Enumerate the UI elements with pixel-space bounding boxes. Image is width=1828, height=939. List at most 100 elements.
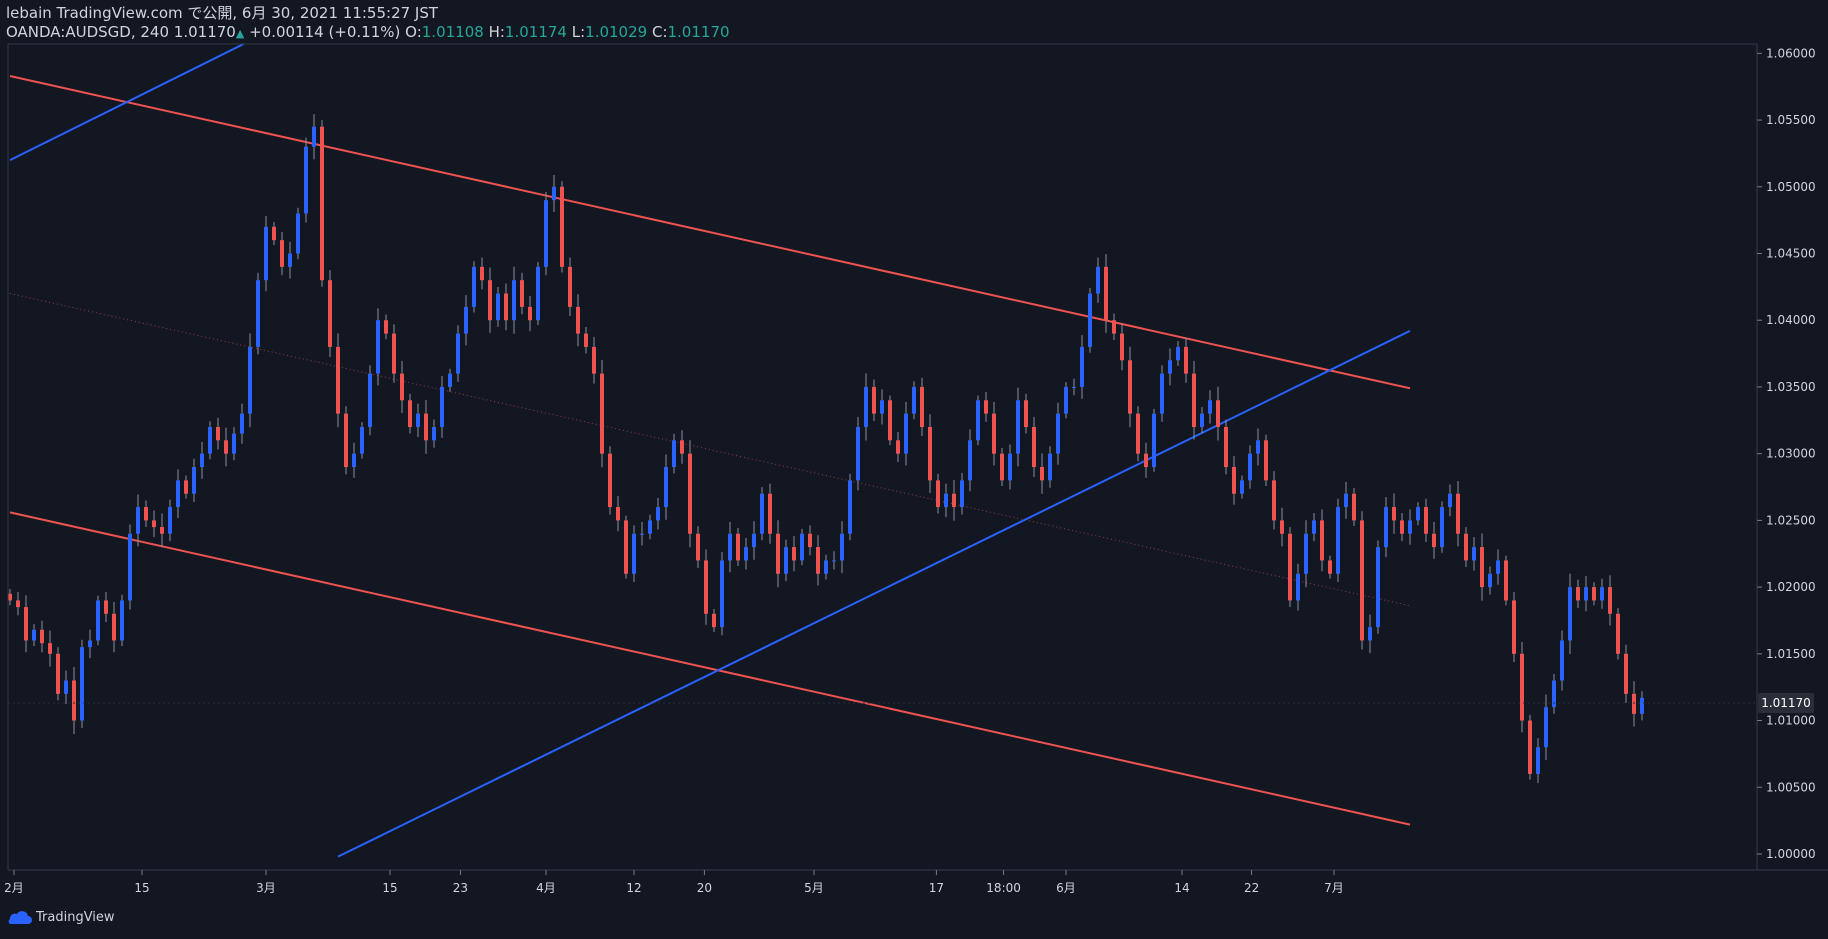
close-value: 1.01170 (667, 23, 730, 41)
candle-body (216, 426, 220, 441)
candle-body (848, 480, 852, 534)
candle-body (408, 400, 412, 427)
time-tick-label: 5月 (804, 881, 824, 895)
candle-body (632, 533, 636, 574)
candle-body (480, 266, 484, 281)
candle-body (1320, 520, 1324, 561)
candle-body (1144, 453, 1148, 468)
price-tick-label: 1.02000 (1766, 580, 1816, 594)
candle-body (872, 386, 876, 414)
candle-body (1408, 520, 1412, 534)
candle-body (424, 413, 428, 441)
candle-body (864, 386, 868, 427)
candle-body (392, 333, 396, 374)
candle-body (1272, 480, 1276, 521)
candle-body (288, 253, 292, 267)
time-tick-label: 6月 (1056, 881, 1076, 895)
candle-body (992, 413, 996, 454)
candle-body (768, 493, 772, 534)
candle-body (816, 547, 820, 574)
candle-body (1488, 573, 1492, 588)
candle-body (48, 643, 52, 654)
candle-body (664, 467, 668, 508)
candle-body (280, 240, 284, 267)
candle-body (1288, 533, 1292, 601)
candle-body (936, 480, 940, 508)
candle-body (296, 213, 300, 254)
candle-body (376, 320, 380, 374)
candle-body (1344, 493, 1348, 508)
time-tick-label: 18:00 (986, 881, 1021, 895)
candle-body (1280, 520, 1284, 534)
candle-body (1520, 653, 1524, 721)
price-tick-label: 1.00500 (1766, 780, 1816, 794)
change-value: +0.00114 (+0.11%) (249, 23, 401, 41)
candle-body (648, 520, 652, 534)
candle-body (1112, 320, 1116, 334)
price-chart[interactable]: 1.06000 1.05500 1.05000 1.04500 1.04000 1.035… (0, 0, 1828, 939)
candle-body (1504, 560, 1508, 601)
candle-body (680, 440, 684, 454)
candle-body (552, 186, 556, 201)
candle-body (8, 593, 12, 601)
candle-body (840, 533, 844, 561)
candle-body (1432, 533, 1436, 548)
candle-body (912, 386, 916, 414)
candle-body (1120, 333, 1124, 361)
candle-body (1368, 627, 1372, 641)
candle-body (1608, 587, 1612, 614)
time-tick-label: 15 (134, 881, 149, 895)
candle-body (760, 493, 764, 534)
candle-body (1024, 400, 1028, 427)
candle-body (1016, 400, 1020, 454)
candle-body (584, 333, 588, 347)
candle-body (704, 560, 708, 614)
candle-body (1592, 587, 1596, 601)
price-tick-label: 1.02500 (1766, 513, 1816, 527)
candle-body (856, 426, 860, 481)
candle-body (1152, 413, 1156, 468)
candle-body (976, 400, 980, 441)
candle-body (568, 266, 572, 307)
candle-body (944, 493, 948, 508)
candle-body (224, 440, 228, 454)
candle-body (1424, 507, 1428, 534)
symbol-label[interactable]: OANDA:AUDSGD, 240 (6, 23, 169, 41)
candle-body (272, 226, 276, 241)
candle-body (440, 386, 444, 427)
time-tick-label: 23 (453, 881, 468, 895)
time-tick-label: 22 (1244, 881, 1259, 895)
candle-body (624, 520, 628, 574)
time-tick-label: 7月 (1324, 881, 1344, 895)
high-label: H: (488, 23, 505, 41)
last-price-label: 1.01170 (1761, 696, 1811, 710)
candle-body (1376, 547, 1380, 628)
candle-body (24, 607, 28, 641)
candle-body (1208, 400, 1212, 414)
candle-body (176, 480, 180, 508)
candle-body (1600, 587, 1604, 601)
candle-body (1312, 520, 1316, 534)
candle-body (576, 306, 580, 334)
candle-body (416, 413, 420, 427)
price-tick-label: 1.01000 (1766, 714, 1816, 728)
candle-body (1048, 453, 1052, 481)
ohlc-legend[interactable]: OANDA:AUDSGD, 240 1.01170▲ +0.00114 (+0.… (6, 23, 730, 43)
candle-body (1256, 440, 1260, 454)
candle-body (808, 533, 812, 548)
tradingview-cloud-icon (8, 910, 32, 924)
candle-body (40, 629, 44, 644)
candle-body (1160, 373, 1164, 414)
candle-body (400, 373, 404, 401)
candle-body (1576, 587, 1580, 601)
candle-body (1232, 467, 1236, 494)
candle-body (1088, 293, 1092, 347)
candle-body (520, 280, 524, 307)
candle-body (1072, 386, 1076, 388)
candle-body (528, 306, 532, 321)
candle-body (1032, 426, 1036, 468)
candle-body (1008, 453, 1012, 481)
price-tick-label: 1.05500 (1766, 113, 1816, 127)
candle-body (1184, 346, 1188, 374)
footer-brand[interactable]: TradingView (6, 910, 115, 925)
